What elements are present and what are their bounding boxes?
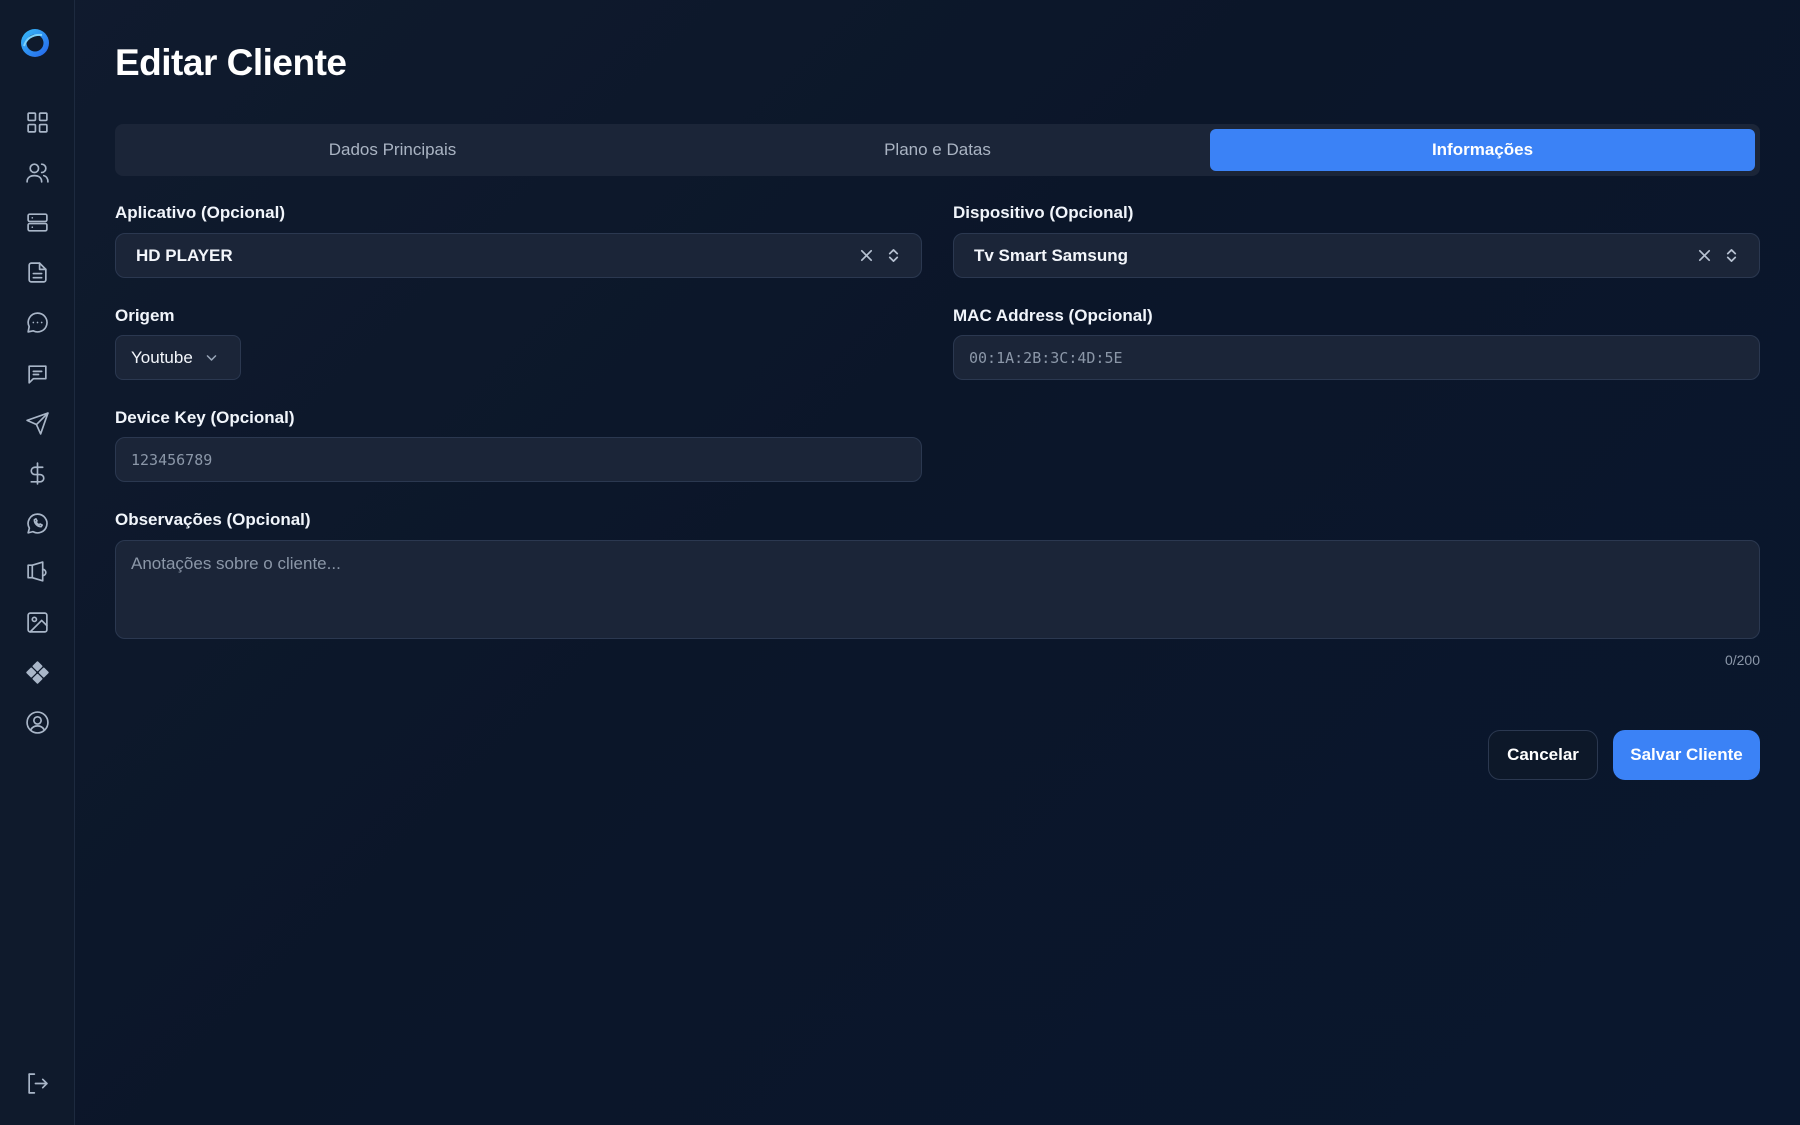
- users-icon[interactable]: [20, 155, 54, 189]
- mac-address-label: MAC Address (Opcional): [953, 306, 1153, 325]
- app-logo-icon[interactable]: [18, 26, 52, 60]
- chevron-up-down-icon[interactable]: [886, 248, 901, 263]
- char-counter: 0/200: [1724, 652, 1760, 668]
- user-circle-icon[interactable]: [20, 705, 54, 739]
- page-title: Editar Cliente: [115, 42, 347, 83]
- dashboard-grid-icon[interactable]: [20, 105, 54, 139]
- origem-select[interactable]: Youtube: [115, 335, 241, 380]
- observacoes-label: Observações (Opcional): [115, 510, 311, 529]
- tab-informacoes[interactable]: Informações: [1210, 129, 1755, 171]
- aplicativo-value: HD PLAYER: [136, 245, 233, 265]
- megaphone-icon[interactable]: [20, 555, 54, 589]
- chat-dots-icon[interactable]: [20, 305, 54, 339]
- origem-label: Origem: [115, 306, 175, 325]
- chevron-down-icon: [206, 355, 217, 361]
- dispositivo-value: Tv Smart Samsung: [974, 245, 1128, 265]
- tab-plano-e-datas[interactable]: Plano e Datas: [665, 129, 1210, 171]
- save-client-button[interactable]: Salvar Cliente: [1613, 730, 1760, 780]
- document-icon[interactable]: [20, 255, 54, 289]
- servers-icon[interactable]: [20, 205, 54, 239]
- aplicativo-select[interactable]: HD PLAYER: [115, 233, 922, 278]
- dollar-icon[interactable]: [20, 456, 54, 490]
- device-key-input[interactable]: [115, 437, 922, 482]
- chevron-up-down-icon[interactable]: [1724, 248, 1739, 263]
- cancel-button[interactable]: Cancelar: [1488, 730, 1598, 780]
- message-square-icon[interactable]: [20, 357, 54, 391]
- tab-dados-principais[interactable]: Dados Principais: [120, 129, 665, 171]
- aplicativo-label: Aplicativo (Opcional): [115, 203, 286, 222]
- send-icon[interactable]: [20, 406, 54, 440]
- logout-icon[interactable]: [20, 1066, 54, 1100]
- dispositivo-select[interactable]: Tv Smart Samsung: [953, 233, 1760, 278]
- tab-bar: Dados Principais Plano e Datas Informaçõ…: [115, 124, 1760, 176]
- clear-icon[interactable]: [859, 248, 874, 263]
- image-icon[interactable]: [20, 605, 54, 639]
- device-key-label: Device Key (Opcional): [115, 408, 295, 427]
- app-root: Editar Cliente Dados Principais Plano e …: [0, 0, 1800, 1125]
- clear-icon[interactable]: [1697, 248, 1712, 263]
- sidebar: [0, 0, 75, 1125]
- mac-address-input[interactable]: [953, 335, 1760, 380]
- diamond-cluster-icon[interactable]: [20, 655, 54, 689]
- observacoes-textarea[interactable]: [115, 540, 1760, 639]
- whatsapp-icon[interactable]: [20, 506, 54, 540]
- dispositivo-label: Dispositivo (Opcional): [953, 203, 1134, 222]
- origem-value: Youtube: [131, 347, 193, 367]
